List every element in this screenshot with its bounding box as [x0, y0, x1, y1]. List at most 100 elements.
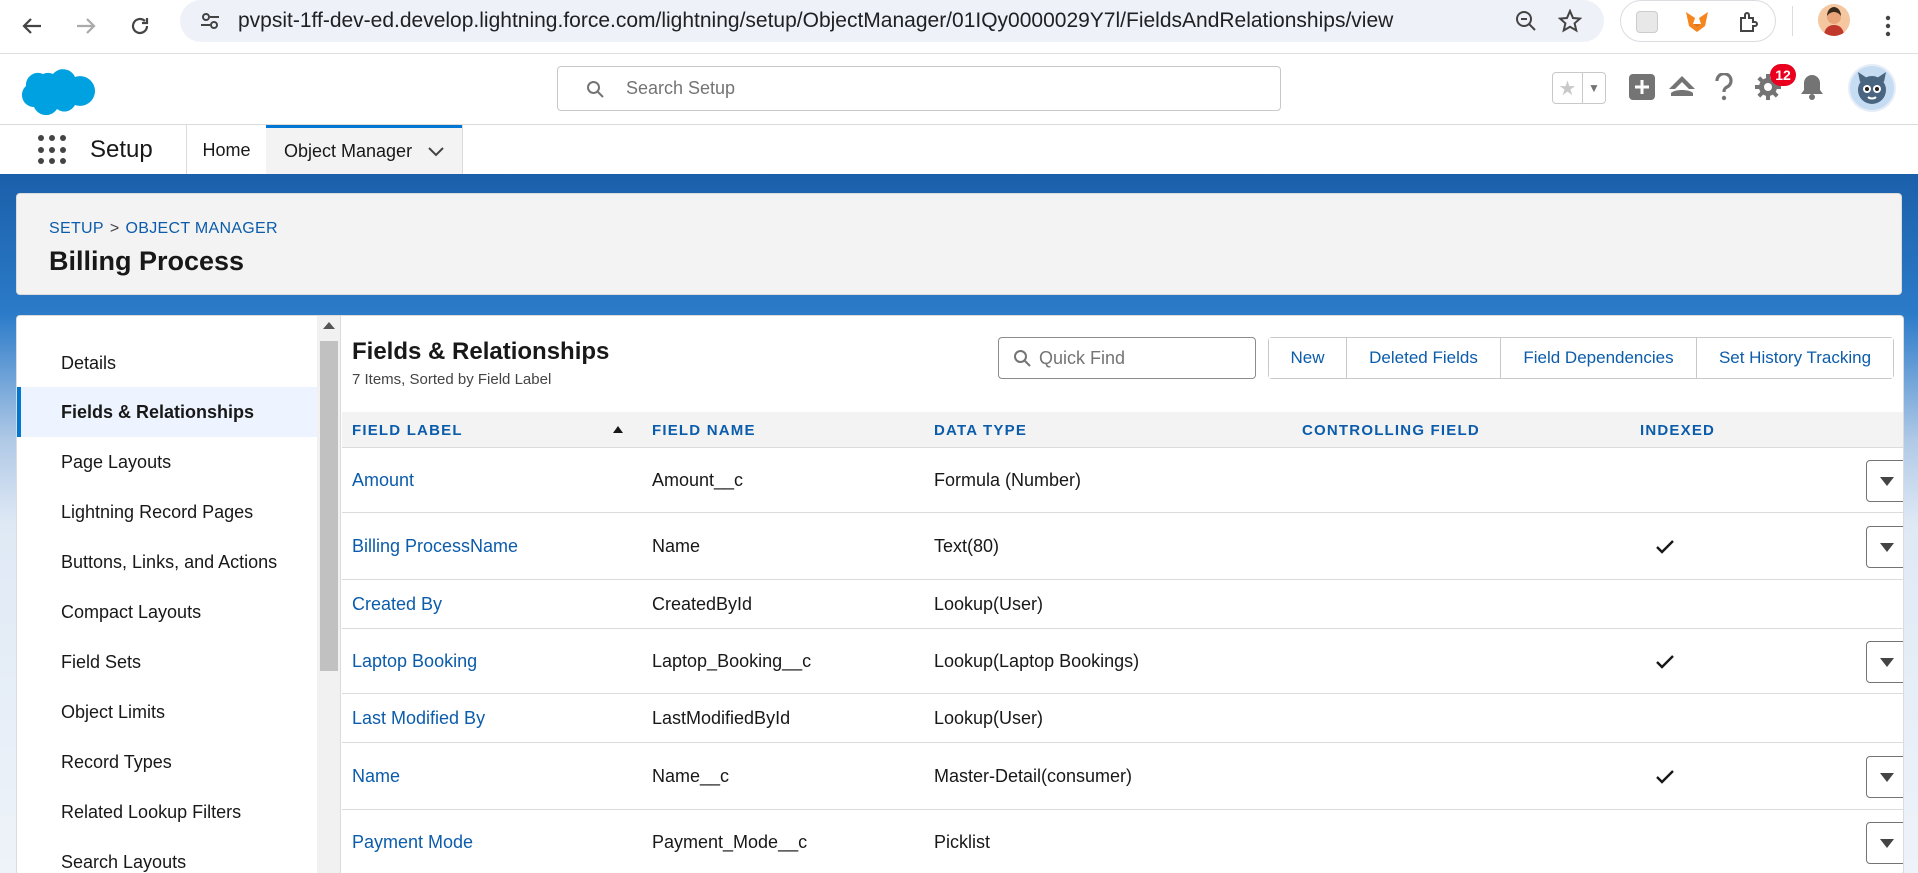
page-header: SETUP > OBJECT MANAGER Billing Process [16, 193, 1902, 295]
table-header: FIELD LABEL FIELD NAME DATA TYPE CONTROL… [342, 412, 1903, 448]
deleted-fields-button[interactable]: Deleted Fields [1347, 338, 1501, 378]
search-setup-input[interactable]: Search Setup [557, 66, 1281, 111]
app-navigation-bar: Setup Home Object Manager [0, 124, 1918, 175]
field-name-cell: LastModifiedById [652, 708, 791, 728]
sort-ascending-icon[interactable] [613, 426, 623, 433]
global-actions-add-icon[interactable] [1624, 69, 1660, 105]
data-type-cell: Formula (Number) [934, 470, 1082, 490]
help-icon[interactable] [1706, 69, 1742, 105]
field-name-cell: Name [652, 536, 701, 556]
field-label-link[interactable]: Name [352, 766, 400, 787]
bookmark-star-icon[interactable] [1554, 5, 1586, 37]
favorites-dropdown-icon[interactable]: ▼ [1583, 73, 1605, 103]
new-button[interactable]: New [1269, 338, 1347, 378]
back-icon[interactable] [10, 4, 54, 48]
indexed-checkmark-icon [1654, 536, 1676, 558]
field-label-link[interactable]: Payment Mode [352, 832, 473, 853]
data-type-cell: Master-Detail(consumer) [934, 766, 1133, 786]
chevron-down-icon[interactable] [428, 146, 444, 157]
column-header-controlling-field[interactable]: CONTROLLING FIELD [1302, 422, 1480, 439]
app-name: Setup [90, 136, 153, 163]
trailhead-guidance-icon[interactable] [1664, 69, 1700, 105]
reload-icon[interactable] [118, 4, 162, 48]
data-type-cell: Lookup(User) [934, 594, 1044, 614]
browser-menu-icon[interactable] [1866, 4, 1910, 48]
sidebar-item-compact-layouts[interactable]: Compact Layouts [17, 587, 317, 637]
salesforce-logo[interactable] [20, 64, 100, 125]
column-header-data-type[interactable]: DATA TYPE [934, 422, 1027, 439]
tab-object-manager-label: Object Manager [284, 141, 413, 161]
breadcrumb-setup-link[interactable]: SETUP [49, 220, 104, 238]
search-icon [1011, 347, 1033, 369]
sidebar-item-lightning-record-pages[interactable]: Lightning Record Pages [17, 487, 317, 537]
chevron-down-icon [1880, 772, 1894, 782]
user-avatar[interactable] [1848, 64, 1896, 112]
tab-object-manager[interactable]: Object Manager [266, 125, 462, 175]
sidebar-item-label: Lightning Record Pages [61, 501, 254, 522]
sidebar-item-field-sets[interactable]: Field Sets [17, 637, 317, 687]
row-actions-dropdown-button[interactable] [1866, 756, 1903, 798]
metamask-fox-icon[interactable] [1681, 6, 1713, 38]
sidebar-item-related-lookup-filters[interactable]: Related Lookup Filters [17, 787, 317, 837]
profile-avatar-icon[interactable] [1818, 4, 1850, 36]
field-label-link[interactable]: Amount [352, 470, 414, 491]
field-label-link[interactable]: Created By [352, 594, 442, 615]
data-type-cell: Text(80) [934, 536, 1000, 556]
sidebar-item-label: Related Lookup Filters [61, 801, 242, 822]
field-label-link[interactable]: Billing ProcessName [352, 536, 518, 557]
breadcrumb-object-manager-link[interactable]: OBJECT MANAGER [126, 220, 278, 238]
search-placeholder: Search Setup [626, 78, 736, 98]
sidebar-item-details[interactable]: Details [17, 338, 317, 388]
indexed-checkmark-icon [1654, 651, 1676, 673]
sidebar-item-record-types[interactable]: Record Types [17, 737, 317, 787]
chevron-down-icon [1880, 542, 1894, 552]
field-name-cell: Name__c [652, 766, 730, 786]
sidebar-item-object-limits[interactable]: Object Limits [17, 687, 317, 737]
sidebar-item-fields-relationships[interactable]: Fields & Relationships [17, 387, 317, 437]
field-label-link[interactable]: Last Modified By [352, 708, 485, 729]
site-info-icon[interactable] [196, 7, 224, 35]
field-label-link[interactable]: Laptop Booking [352, 651, 477, 672]
scrollbar-thumb[interactable] [320, 341, 338, 671]
sidebar-item-label: Object Limits [61, 701, 166, 722]
sidebar-item-label: Record Types [61, 751, 172, 772]
row-actions-dropdown-button[interactable] [1866, 526, 1903, 568]
object-sidebar-nav: Details Fields & Relationships Page Layo… [17, 316, 317, 873]
sidebar-item-label: Field Sets [61, 651, 142, 672]
sidebar-item-label: Details [61, 352, 117, 373]
address-bar[interactable]: pvpsit-1ff-dev-ed.develop.lightning.forc… [180, 0, 1604, 42]
puzzle-extensions-icon[interactable] [1733, 6, 1765, 38]
sidebar-item-label: Buttons, Links, and Actions [61, 551, 278, 572]
scroll-up-arrow-icon[interactable] [323, 322, 335, 329]
set-history-tracking-button[interactable]: Set History Tracking [1697, 338, 1893, 378]
data-type-cell: Lookup(User) [934, 708, 1044, 728]
column-header-field-name[interactable]: FIELD NAME [652, 422, 756, 439]
notification-count-badge: 12 [1770, 64, 1796, 86]
notifications-bell-icon[interactable] [1794, 69, 1830, 105]
url-text[interactable]: pvpsit-1ff-dev-ed.develop.lightning.forc… [238, 9, 1393, 33]
table-row: Created By CreatedById Lookup(User) [342, 580, 1903, 629]
sidebar-item-buttons-links-actions[interactable]: Buttons, Links, and Actions [17, 537, 317, 587]
row-actions-dropdown-button[interactable] [1866, 822, 1903, 864]
app-launcher-icon[interactable] [38, 135, 68, 165]
sidebar-item-search-layouts[interactable]: Search Layouts [17, 837, 317, 873]
global-header: Search Setup ★ ▼ 12 [0, 54, 1918, 124]
sidebar-item-label: Page Layouts [61, 451, 172, 472]
indexed-checkmark-icon [1654, 766, 1676, 788]
data-type-cell: Lookup(Laptop Bookings) [934, 651, 1140, 671]
row-actions-dropdown-button[interactable] [1866, 460, 1903, 502]
breadcrumb: SETUP > OBJECT MANAGER [49, 220, 278, 238]
column-header-field-label[interactable]: FIELD LABEL [352, 422, 463, 439]
zoom-icon[interactable] [1510, 5, 1542, 37]
sidebar-item-page-layouts[interactable]: Page Layouts [17, 437, 317, 487]
extension-icon[interactable] [1631, 6, 1663, 38]
tab-home[interactable]: Home [187, 125, 266, 175]
chevron-down-icon [1880, 657, 1894, 667]
sidebar-scrollbar[interactable] [317, 316, 341, 873]
column-header-indexed[interactable]: INDEXED [1640, 422, 1715, 439]
favorite-star-icon[interactable]: ★ [1553, 73, 1583, 103]
forward-icon[interactable] [64, 4, 108, 48]
field-dependencies-button[interactable]: Field Dependencies [1501, 338, 1697, 378]
quick-find-input[interactable]: Quick Find [998, 337, 1256, 379]
row-actions-dropdown-button[interactable] [1866, 641, 1903, 683]
